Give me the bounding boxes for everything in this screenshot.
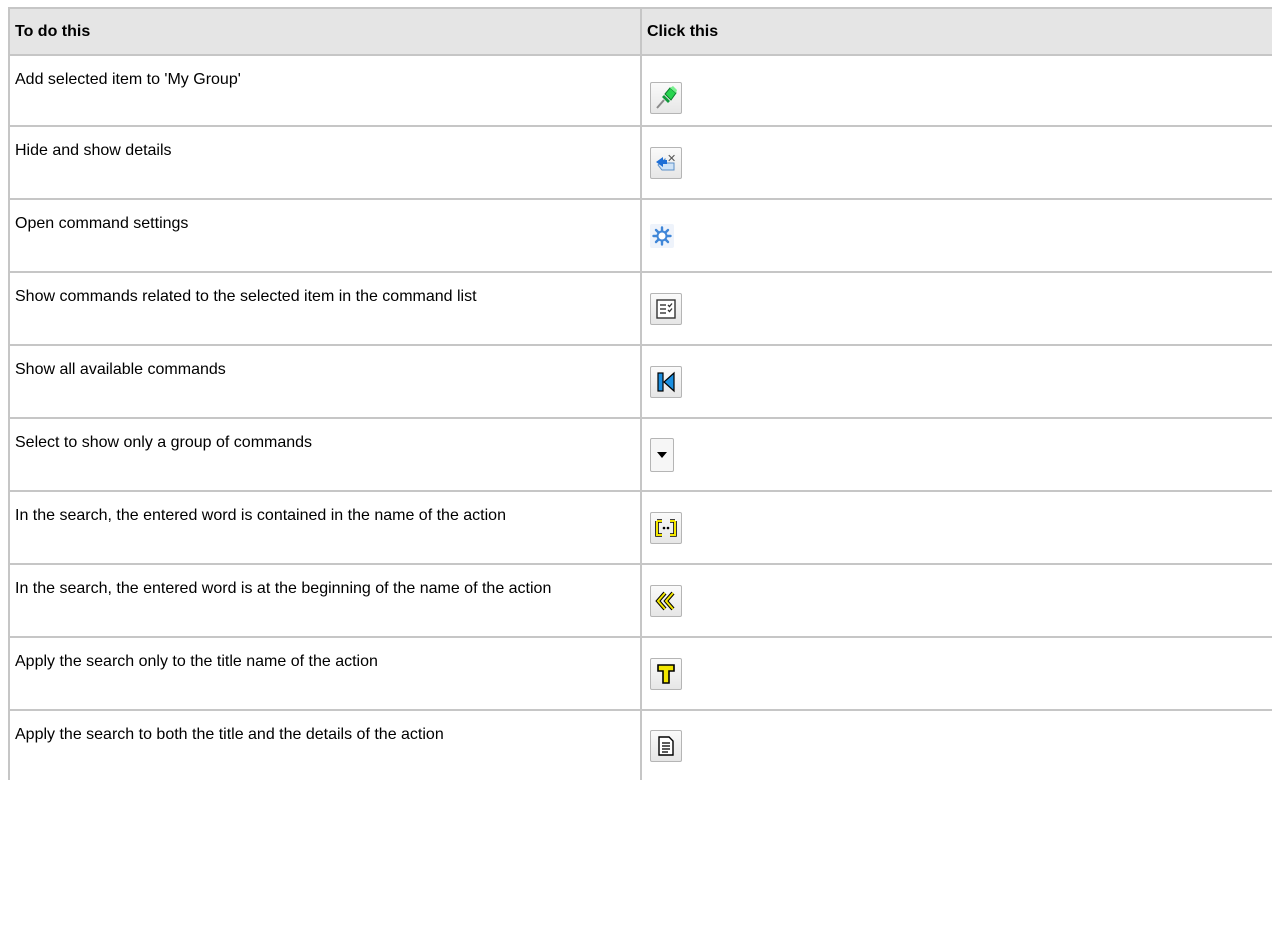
action-text: Show all available commands — [8, 344, 642, 419]
pin-icon — [653, 85, 679, 111]
action-text: Select to show only a group of commands — [8, 417, 642, 492]
contains-icon — [654, 518, 678, 538]
action-text: Open command settings — [8, 198, 642, 273]
add-to-my-group-button[interactable] — [650, 82, 682, 114]
table-row: Show all available commands — [8, 344, 1272, 419]
header-to-do-this: To do this — [8, 7, 642, 56]
action-text: Show commands related to the selected it… — [8, 271, 642, 346]
action-text: Apply the search only to the title name … — [8, 636, 642, 711]
table-row: Open command settings — [8, 198, 1272, 273]
related-commands-button[interactable] — [650, 292, 682, 325]
table-row: In the search, the entered word is conta… — [8, 490, 1272, 565]
table-row: Select to show only a group of commands — [8, 417, 1272, 492]
search-contains-button[interactable] — [650, 511, 682, 544]
hide-show-details-button[interactable]: ✕ — [650, 146, 682, 179]
dropdown-arrow-icon — [656, 451, 668, 459]
help-table: To do this Click this Add selected item … — [8, 7, 1272, 780]
begins-with-icon — [654, 590, 678, 612]
search-begins-with-button[interactable] — [650, 584, 682, 617]
action-text: Hide and show details — [8, 125, 642, 200]
table-row: Hide and show details ✕ — [8, 125, 1272, 200]
show-all-commands-button[interactable] — [650, 365, 682, 398]
table-row: Apply the search to both the title and t… — [8, 709, 1272, 780]
action-text: In the search, the entered word is conta… — [8, 490, 642, 565]
hide-details-icon: ✕ — [653, 151, 679, 175]
action-text: Add selected item to 'My Group' — [8, 54, 642, 127]
show-all-icon — [655, 371, 677, 393]
title-and-details-icon — [656, 735, 676, 757]
command-group-dropdown[interactable] — [650, 437, 674, 472]
command-settings-button[interactable] — [650, 223, 674, 248]
table-row: Add selected item to 'My Group' — [8, 54, 1272, 127]
header-click-this: Click this — [640, 7, 1272, 56]
title-only-icon — [655, 662, 677, 686]
table-row: In the search, the entered word is at th… — [8, 563, 1272, 638]
gear-icon — [652, 225, 672, 246]
table-row: Apply the search only to the title name … — [8, 636, 1272, 711]
search-title-and-details-button[interactable] — [650, 729, 682, 762]
table-row: Show commands related to the selected it… — [8, 271, 1272, 346]
related-commands-icon — [655, 298, 677, 320]
search-title-only-button[interactable] — [650, 657, 682, 690]
svg-text:✕: ✕ — [667, 152, 676, 165]
action-text: Apply the search to both the title and t… — [8, 709, 642, 780]
table-header-row: To do this Click this — [8, 7, 1272, 56]
action-text: In the search, the entered word is at th… — [8, 563, 642, 638]
